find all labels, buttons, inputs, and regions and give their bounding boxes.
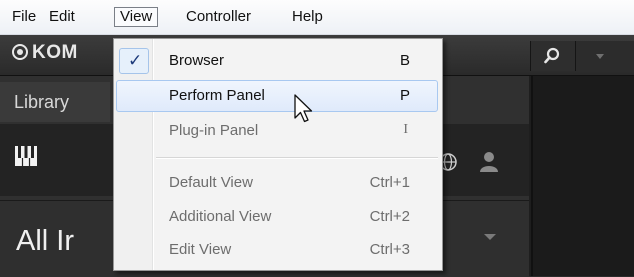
right-panel — [531, 76, 634, 276]
logo-icon — [12, 44, 28, 60]
menu-item-default-view[interactable]: Default View Ctrl+1 — [116, 167, 438, 199]
view-menu-dropdown: ✓ Browser B Perform Panel P Plug-in Pane… — [113, 38, 443, 271]
toolbar-dropdown-button[interactable] — [576, 41, 634, 71]
menu-item-perform-panel[interactable]: Perform Panel P — [116, 80, 438, 112]
menu-bar: File Edit View Controller Help — [0, 0, 634, 35]
menu-item-edit-view[interactable]: Edit View Ctrl+3 — [116, 234, 438, 266]
search-button[interactable] — [530, 41, 576, 71]
menu-item-shortcut: Ctrl+3 — [369, 241, 410, 258]
user-icon[interactable] — [478, 150, 500, 174]
search-icon — [544, 47, 560, 64]
menu-edit[interactable]: Edit — [44, 7, 80, 27]
menu-separator — [156, 157, 438, 159]
logo-text: KOM — [32, 42, 78, 63]
menu-item-plugin-panel[interactable]: Plug-in Panel I — [116, 115, 438, 147]
check-indicator: ✓ — [119, 48, 149, 74]
chevron-down-icon — [596, 54, 604, 59]
menu-item-label: Edit View — [169, 241, 232, 258]
menu-item-label: Perform Panel — [169, 87, 265, 104]
menu-item-label: Default View — [169, 174, 253, 191]
brand-logo: KOM — [12, 42, 78, 64]
menu-item-shortcut: P — [399, 87, 410, 104]
tab-library[interactable]: Library — [0, 82, 110, 122]
piano-keys-icon[interactable] — [15, 146, 37, 166]
menu-help[interactable]: Help — [287, 7, 328, 27]
menu-item-label: Plug-in Panel — [169, 122, 259, 139]
checkmark-icon: ✓ — [128, 51, 143, 71]
all-instruments-label: All Ir — [16, 225, 74, 257]
menu-controller[interactable]: Controller — [181, 7, 256, 27]
menu-item-shortcut: Ctrl+2 — [369, 208, 410, 225]
menu-item-browser[interactable]: ✓ Browser B — [116, 45, 438, 77]
menu-item-shortcut: B — [399, 52, 410, 69]
chevron-down-icon[interactable] — [484, 234, 496, 240]
menu-item-shortcut: Ctrl+1 — [369, 174, 410, 191]
menu-file[interactable]: File — [7, 7, 41, 27]
menu-item-label: Additional View — [169, 208, 272, 225]
menu-view[interactable]: View — [114, 7, 159, 27]
menu-item-shortcut: I — [403, 122, 408, 137]
mouse-pointer-icon — [294, 94, 313, 123]
menu-item-additional-view[interactable]: Additional View Ctrl+2 — [116, 201, 438, 233]
menu-item-label: Browser — [169, 52, 225, 69]
